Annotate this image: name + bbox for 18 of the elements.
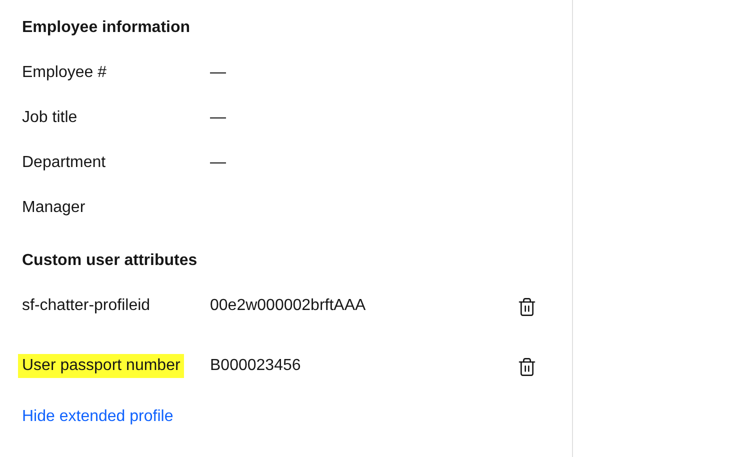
hide-profile-link[interactable]: Hide extended profile [22, 405, 174, 429]
section-heading: Employee information [22, 18, 190, 38]
field-label: Department [22, 153, 107, 173]
field-label: Employee # [22, 63, 108, 83]
field-value: — [210, 153, 226, 173]
attribute-value: B000023456 [210, 356, 302, 376]
field-label: Job title [22, 108, 78, 128]
trash-icon [517, 297, 537, 317]
delete-button[interactable] [516, 356, 538, 378]
section-heading: Custom user attributes [22, 251, 198, 271]
trash-icon [517, 357, 537, 377]
attribute-name: User passport number [18, 354, 184, 378]
delete-button[interactable] [516, 296, 538, 318]
field-value: — [210, 108, 226, 128]
attribute-name: sf-chatter-profileid [22, 296, 150, 316]
field-label: Manager [22, 198, 86, 218]
attribute-value: 00e2w000002brftAAA [210, 296, 367, 316]
field-value: — [210, 63, 226, 83]
